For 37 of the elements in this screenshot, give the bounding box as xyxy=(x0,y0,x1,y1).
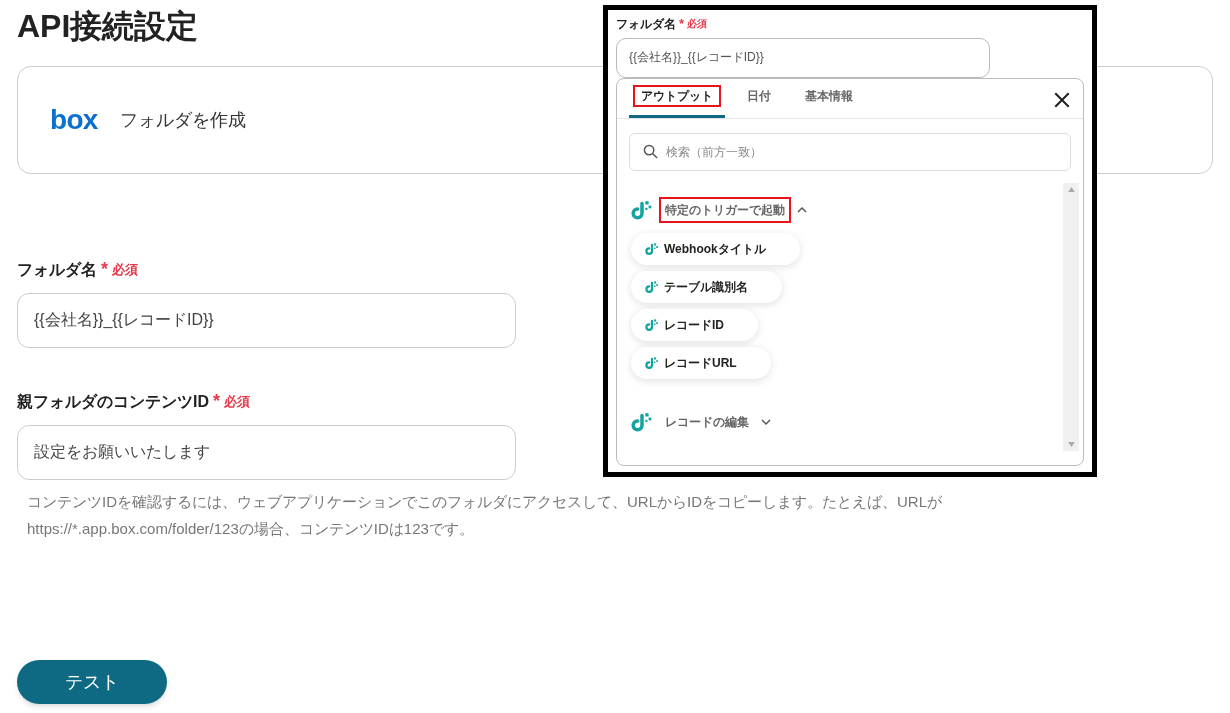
yoom-logo-icon xyxy=(631,198,653,221)
required-asterisk: * xyxy=(101,258,108,281)
box-logo: box xyxy=(50,106,98,134)
field-label: 親フォルダのコンテンツID xyxy=(17,391,209,412)
search-field[interactable]: 検索（前方一致） xyxy=(629,132,1071,171)
page-title: API接続設定 xyxy=(17,7,199,46)
required-text: 必須 xyxy=(112,260,138,279)
required-text: 必須 xyxy=(224,392,250,411)
group-title[interactable]: レコードの編集 xyxy=(659,408,755,435)
field-label: フォルダ名 xyxy=(17,259,97,280)
yoom-logo-icon xyxy=(645,241,659,256)
output-chip[interactable]: レコードURL xyxy=(631,346,771,379)
field-label: フォルダ名 xyxy=(616,15,676,33)
input-field[interactable]: {{会社名}}_{{レコードID}} xyxy=(616,37,990,78)
tab[interactable]: 日付 xyxy=(735,77,783,118)
chevron-up-icon[interactable] xyxy=(797,204,807,215)
required-asterisk: * xyxy=(679,15,685,33)
required-asterisk: * xyxy=(213,390,220,413)
input-field[interactable]: {{会社名}}_{{レコードID}} xyxy=(17,293,516,348)
yoom-logo-icon xyxy=(645,355,659,370)
output-chip[interactable]: Webhookタイトル xyxy=(631,232,800,265)
tab[interactable]: 基本情報 xyxy=(793,77,865,118)
chevron-down-icon[interactable] xyxy=(761,416,771,427)
action-label: フォルダを作成 xyxy=(119,108,246,132)
tab[interactable]: アウトプット xyxy=(629,77,725,118)
yoom-logo-icon xyxy=(631,410,653,433)
help-text: コンテンツIDを確認するには、ウェブアプリケーションでこのフォルダにアクセスして、URLからIDをコピーします。たとえば、URLがhttps://*.app.box.com/folder/123の場合、コンテンツIDは123です。 xyxy=(27,492,943,539)
input-field[interactable]: 設定をお願いいたします xyxy=(17,425,516,480)
test-button[interactable]: テスト xyxy=(17,660,167,704)
output-chip[interactable]: レコードID xyxy=(631,308,758,341)
output-chip[interactable]: テーブル識別名 xyxy=(631,270,782,303)
required-text: 必須 xyxy=(687,17,708,32)
group-title[interactable]: 特定のトリガーで起動 xyxy=(659,196,791,223)
yoom-logo-icon xyxy=(645,317,659,332)
search-icon xyxy=(643,143,658,159)
yoom-logo-icon xyxy=(645,279,659,294)
close-icon[interactable] xyxy=(1053,90,1071,109)
